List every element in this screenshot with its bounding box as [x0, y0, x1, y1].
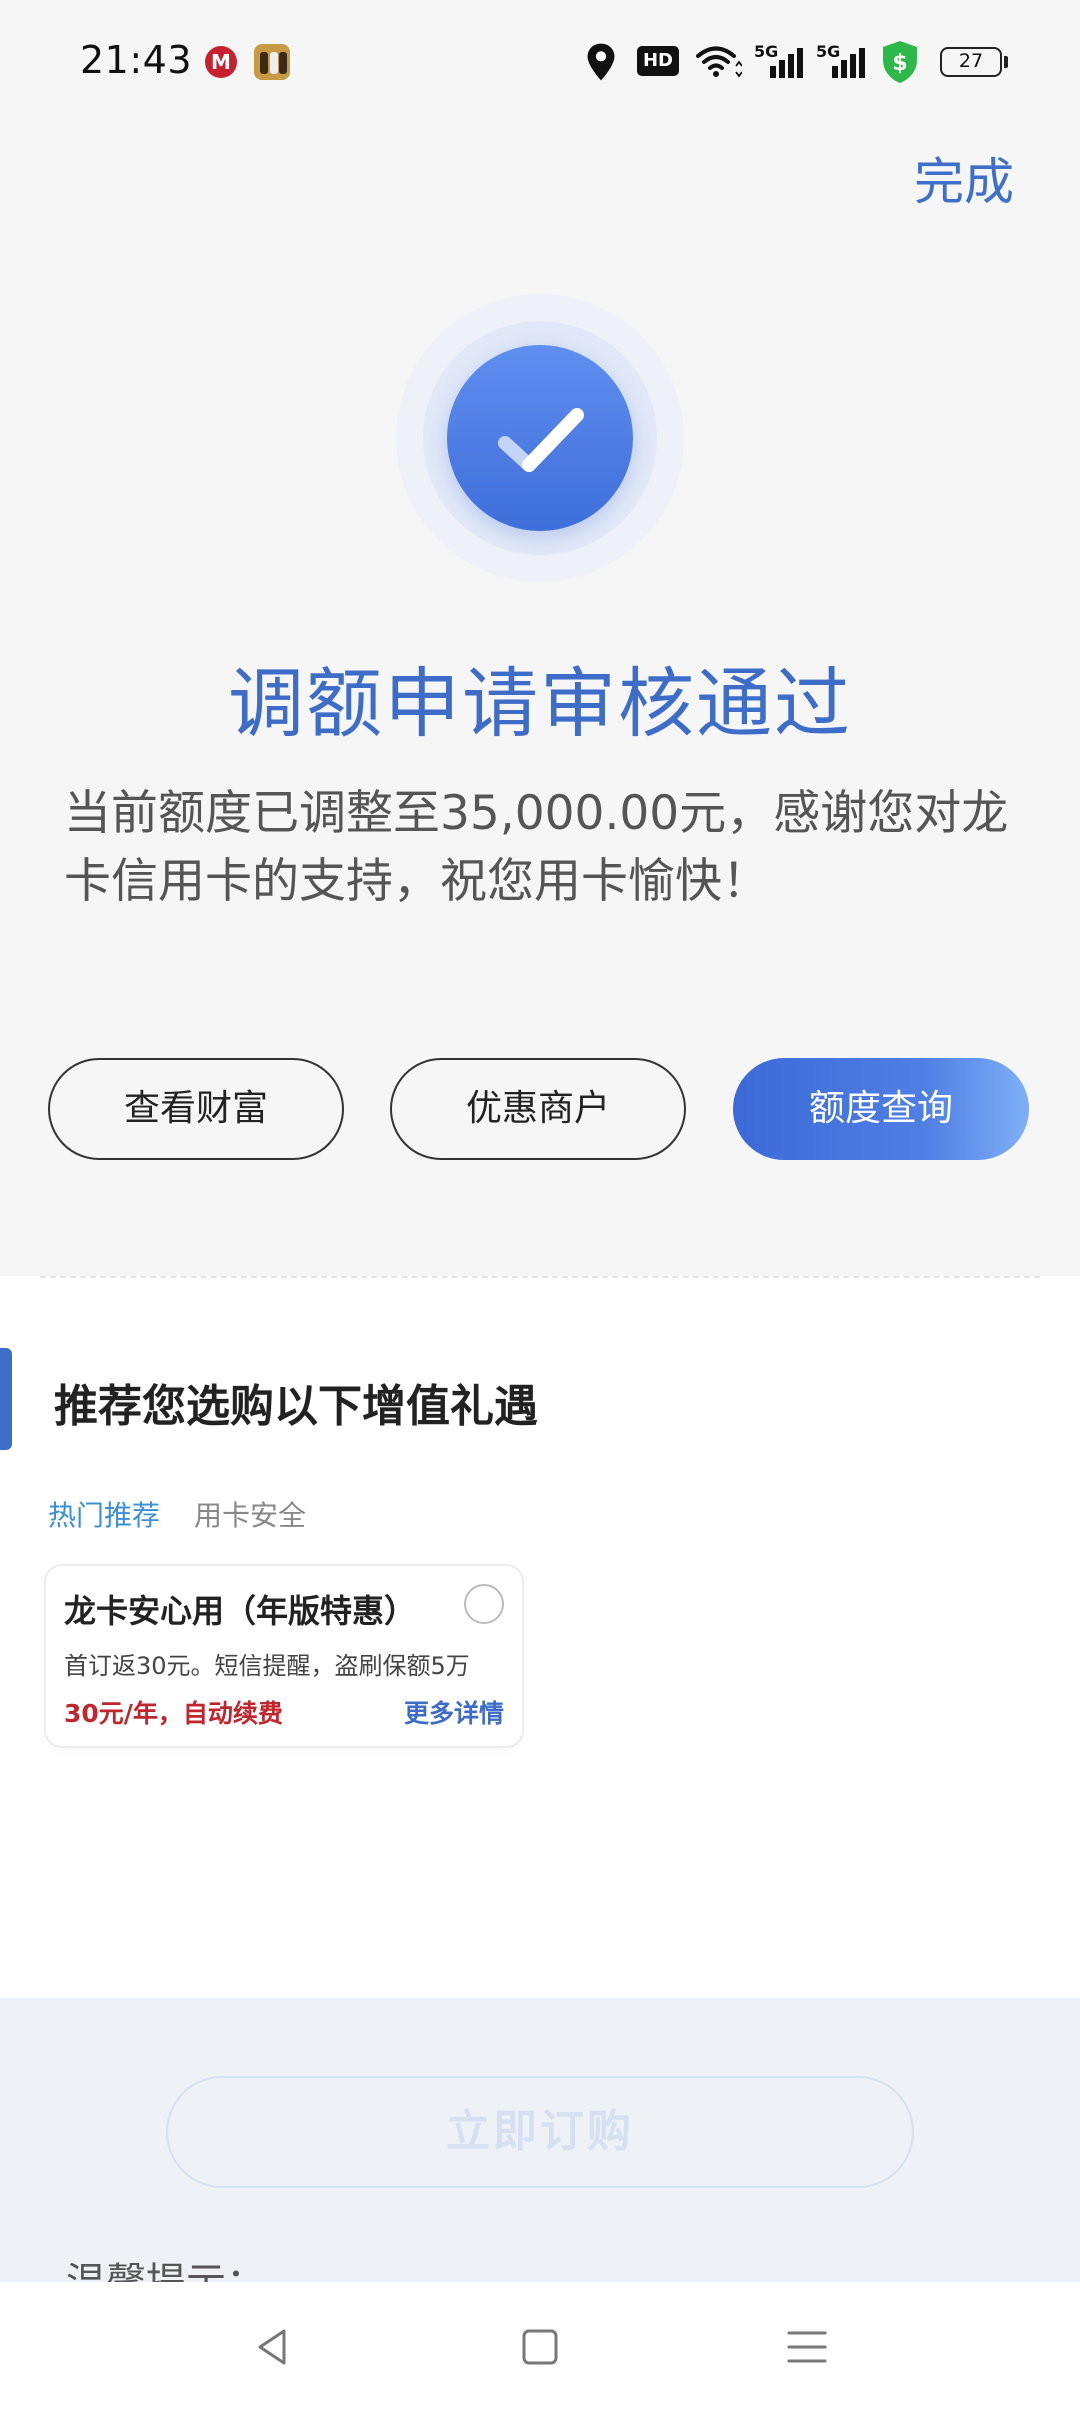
success-check-icon — [447, 345, 633, 531]
svg-text:$: $ — [892, 51, 907, 76]
game-app-icon — [254, 44, 290, 80]
more-details-link[interactable]: 更多详情 — [404, 1694, 504, 1730]
wifi-icon — [696, 46, 742, 78]
buy-now-button[interactable]: 立即订购 — [166, 2076, 914, 2188]
status-time: 21:43 — [80, 38, 193, 82]
tab-hot-recommend[interactable]: 热门推荐 — [48, 1494, 160, 1534]
result-description: 当前额度已调整至35,000.00元，感谢您对龙卡信用卡的支持，祝您用卡愉快！ — [64, 786, 1009, 909]
hd-voice-icon: HD — [637, 46, 679, 76]
view-wealth-button[interactable]: 查看财富 — [48, 1058, 344, 1160]
back-nav-icon[interactable] — [248, 2322, 298, 2372]
done-button[interactable]: 完成 — [914, 142, 1014, 214]
home-nav-icon[interactable] — [515, 2322, 565, 2372]
battery-cap — [1004, 56, 1008, 68]
section-accent-bar — [0, 1348, 12, 1450]
section-divider — [40, 1276, 1040, 1278]
credit-limit-query-button[interactable]: 额度查询 — [733, 1058, 1029, 1160]
product-description: 首订返30元。短信提醒，盗刷保额5万 — [64, 1652, 470, 1680]
signal-icon — [770, 48, 803, 78]
signal-icon-2 — [832, 48, 865, 78]
recommend-title: 推荐您选购以下增值礼遇 — [54, 1381, 538, 1432]
discount-merchants-button[interactable]: 优惠商户 — [390, 1058, 686, 1160]
product-card[interactable]: 龙卡安心用（年版特惠） 首订返30元。短信提醒，盗刷保额5万 30元/年，自动续… — [44, 1564, 524, 1748]
product-select-radio[interactable] — [464, 1584, 504, 1624]
checkmark-icon — [498, 408, 584, 472]
product-title: 龙卡安心用（年版特惠） — [64, 1592, 417, 1630]
product-price: 30元/年，自动续费 — [64, 1699, 283, 1728]
battery-icon: 27 — [940, 47, 1002, 77]
tab-card-security[interactable]: 用卡安全 — [194, 1494, 306, 1534]
bank-app-icon: M — [205, 46, 237, 78]
menu-nav-icon[interactable] — [782, 2322, 832, 2372]
location-icon — [587, 43, 615, 81]
shield-dollar-icon: $ — [883, 41, 917, 83]
result-title: 调额申请审核通过 — [228, 659, 852, 748]
